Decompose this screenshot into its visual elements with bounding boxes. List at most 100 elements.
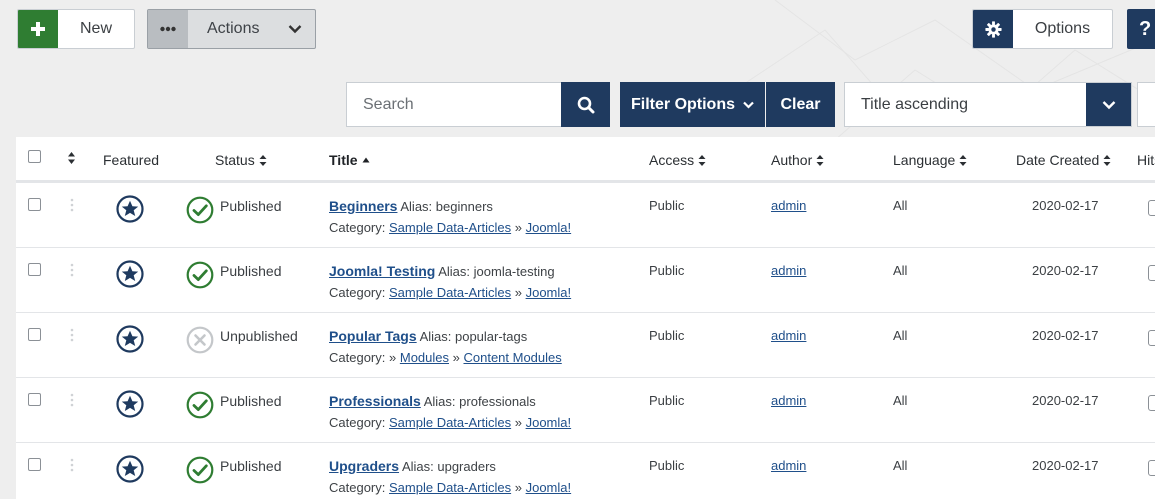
alias-value: upgraders <box>437 459 496 474</box>
published-check-icon[interactable] <box>186 196 214 227</box>
alias-prefix: Alias: <box>423 394 456 409</box>
row-checkbox[interactable] <box>28 458 41 474</box>
row-checkbox[interactable] <box>28 263 41 279</box>
title-line: Professionals Alias: professionals <box>329 393 536 409</box>
alias-prefix: Alias: <box>438 264 471 279</box>
author-link[interactable]: admin <box>771 458 806 473</box>
language-value: All <box>893 263 908 278</box>
options-button[interactable]: Options <box>972 9 1113 49</box>
article-title-link[interactable]: Upgraders <box>329 458 399 474</box>
drag-handle-icon[interactable] <box>70 458 74 475</box>
header-author[interactable]: Author <box>771 152 824 168</box>
header-title[interactable]: Title <box>329 152 370 168</box>
category-child-link[interactable]: Joomla! <box>526 220 572 235</box>
drag-handle-icon[interactable] <box>70 393 74 410</box>
author-link[interactable]: admin <box>771 328 806 343</box>
new-button-label: New <box>79 20 112 37</box>
drag-handle-icon[interactable] <box>70 198 74 215</box>
row-checkbox[interactable] <box>28 328 41 344</box>
published-check-icon[interactable] <box>186 456 214 487</box>
category-parent-link[interactable]: Modules <box>400 350 449 365</box>
sort-icon <box>1103 154 1111 166</box>
featured-star-icon[interactable] <box>116 260 144 291</box>
category-line: Category: Sample Data-Articles » Joomla! <box>329 220 571 235</box>
header-access[interactable]: Access <box>649 152 706 168</box>
category-child-link[interactable]: Joomla! <box>526 415 572 430</box>
search-icon <box>577 96 594 113</box>
row-checkbox[interactable] <box>28 198 41 214</box>
sort-asc-icon <box>362 157 370 163</box>
status-label: Published <box>220 198 282 214</box>
table-row: Published Professionals Alias: profession… <box>16 378 1155 443</box>
list-limit-select[interactable] <box>1137 82 1155 127</box>
category-child-link[interactable]: Joomla! <box>526 480 572 495</box>
author-link[interactable]: admin <box>771 393 806 408</box>
language-value: All <box>893 393 908 408</box>
published-check-icon[interactable] <box>186 391 214 422</box>
published-check-icon[interactable] <box>186 261 214 292</box>
header-hits[interactable]: Hits <box>1137 152 1155 168</box>
category-child-link[interactable]: Joomla! <box>526 285 572 300</box>
featured-star-icon[interactable] <box>116 195 144 226</box>
category-parent-link[interactable]: Sample Data-Articles <box>389 480 511 495</box>
hits-badge <box>1148 200 1155 216</box>
ellipsis-icon <box>148 10 188 48</box>
category-parent-link[interactable]: Sample Data-Articles <box>389 285 511 300</box>
header-featured: Featured <box>103 152 160 168</box>
sort-order-value: Title ascending <box>861 95 969 113</box>
article-title-link[interactable]: Joomla! Testing <box>329 263 435 279</box>
search-button[interactable] <box>561 82 610 127</box>
table-row: Published Beginners Alias: beginners Categ… <box>16 183 1155 248</box>
featured-star-icon[interactable] <box>116 325 144 356</box>
alias-value: beginners <box>435 199 493 214</box>
actions-dropdown-button[interactable]: Actions <box>147 9 316 49</box>
category-prefix: Category: <box>329 415 386 430</box>
featured-star-icon[interactable] <box>116 455 144 486</box>
title-line: Joomla! Testing Alias: joomla-testing <box>329 263 555 279</box>
category-prefix: Category: <box>329 285 386 300</box>
category-parent-link[interactable]: Sample Data-Articles <box>389 415 511 430</box>
row-checkbox[interactable] <box>28 393 41 409</box>
language-value: All <box>893 458 908 473</box>
category-parent-link[interactable]: Sample Data-Articles <box>389 220 511 235</box>
status-label: Unpublished <box>220 328 298 344</box>
alias-value: professionals <box>459 394 536 409</box>
table-header: Featured Status Title Access Author Lang… <box>16 137 1155 183</box>
header-language[interactable]: Language <box>893 152 967 168</box>
table-row: Published Joomla! Testing Alias: joomla-t… <box>16 248 1155 313</box>
options-button-label: Options <box>1034 20 1091 37</box>
header-date-created[interactable]: Date Created <box>1016 152 1111 168</box>
category-separator: » <box>514 480 522 495</box>
date-created-value: 2020-02-17 <box>1032 458 1099 473</box>
help-icon: ? <box>1139 17 1152 40</box>
author-link[interactable]: admin <box>771 198 806 213</box>
featured-star-icon[interactable] <box>116 390 144 421</box>
sort-icon <box>698 154 706 166</box>
category-separator: » <box>514 415 522 430</box>
hits-badge <box>1148 330 1155 346</box>
drag-handle-icon[interactable] <box>70 328 74 345</box>
new-button[interactable]: New <box>17 9 135 49</box>
category-separator: » <box>514 220 522 235</box>
select-all-checkbox[interactable] <box>28 150 41 163</box>
search-group <box>346 82 610 127</box>
category-prefix: Category: <box>329 480 386 495</box>
search-input[interactable] <box>346 82 561 127</box>
article-title-link[interactable]: Professionals <box>329 393 421 409</box>
filter-options-button[interactable]: Filter Options <box>620 82 765 127</box>
article-title-link[interactable]: Beginners <box>329 198 397 214</box>
alias-prefix: Alias: <box>419 329 452 344</box>
drag-handle-icon[interactable] <box>70 263 74 280</box>
article-title-link[interactable]: Popular Tags <box>329 328 417 344</box>
help-button[interactable]: ? <box>1127 9 1155 49</box>
header-status[interactable]: Status <box>215 152 267 168</box>
unpublished-cross-icon[interactable] <box>186 326 214 357</box>
author-link[interactable]: admin <box>771 263 806 278</box>
clear-button[interactable]: Clear <box>766 82 835 127</box>
sort-icon <box>959 154 967 166</box>
ordering-sort-icon[interactable] <box>67 151 76 165</box>
hits-badge <box>1148 395 1155 411</box>
sort-icon <box>259 154 267 166</box>
category-child-link[interactable]: Content Modules <box>463 350 561 365</box>
sort-order-select[interactable]: Title ascending <box>844 82 1132 127</box>
